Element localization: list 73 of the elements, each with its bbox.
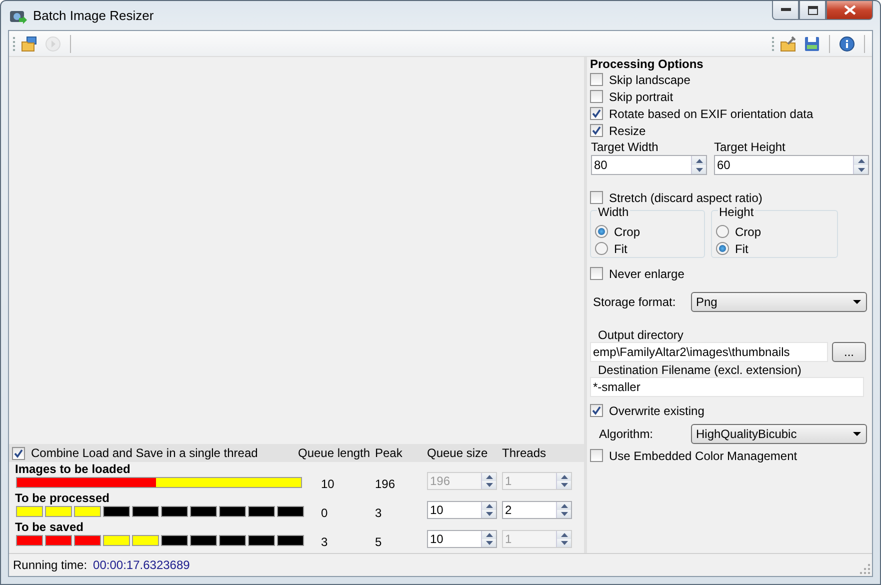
checkbox[interactable] [590, 73, 603, 86]
radio-label: Crop [735, 224, 762, 238]
column-header: Threads [502, 446, 546, 460]
checkbox-label: Skip portrait [609, 90, 674, 104]
radio-label: Fit [735, 242, 748, 256]
target-width-spinner[interactable]: 80 [591, 155, 707, 175]
peak-value: 5 [375, 535, 382, 549]
caret-icon [853, 300, 861, 304]
group-title: Width [597, 205, 630, 219]
filename-field[interactable]: *-smaller [590, 377, 864, 397]
browse-button[interactable]: ... [832, 342, 866, 362]
group-title: Height [718, 205, 755, 219]
directory-field[interactable]: emp\FamilyAltar2\images\thumbnails [590, 342, 828, 362]
checkbox-label: Rotate based on EXIF orientation data [609, 106, 814, 120]
peak-value: 3 [375, 506, 382, 520]
radio-button[interactable] [595, 225, 608, 238]
open-folder-button[interactable] [19, 34, 39, 54]
threads-spinner[interactable]: 2 [502, 501, 572, 519]
minimize-icon [780, 8, 790, 12]
queue-name: To be processed [15, 492, 110, 505]
minimize-button[interactable] [772, 1, 799, 20]
status-label: Running time: [13, 558, 88, 572]
maximize-icon [808, 6, 818, 14]
checkbox-label: Resize [609, 124, 646, 138]
radio-button[interactable] [716, 242, 729, 255]
field-label: Target Height [714, 140, 786, 154]
radio-button[interactable] [595, 242, 608, 255]
checkbox-label: Skip landscape [609, 72, 690, 86]
checkbox[interactable] [590, 124, 603, 137]
radio-label: Fit [614, 242, 628, 256]
field-label: Algorithm: [598, 427, 654, 441]
close-icon [844, 5, 856, 15]
field-label: Output directory [598, 328, 684, 342]
checkbox[interactable] [12, 446, 25, 460]
close-button[interactable] [826, 1, 873, 20]
checkbox[interactable] [590, 191, 603, 204]
checkbox[interactable] [590, 404, 603, 417]
checkbox[interactable] [590, 449, 603, 462]
checkbox-label: Overwrite existing [609, 404, 704, 418]
column-header: Peak [375, 446, 402, 460]
running-time: 00:00:17.6323689 [93, 558, 190, 572]
queue-name: To be saved [15, 521, 84, 534]
column-header: Queue length [298, 446, 370, 460]
checkbox-label: Never enlarge [609, 266, 684, 280]
maximize-button[interactable] [799, 1, 826, 20]
checkbox[interactable] [590, 90, 603, 103]
queue-length: 3 [321, 535, 328, 549]
checkbox-label: Combine Load and Save in a single thread [31, 446, 258, 460]
section-title: Processing Options [590, 58, 704, 71]
field-label: Target Width [591, 140, 660, 154]
checkbox-label: Stretch (discard aspect ratio) [609, 190, 762, 204]
radio-label: Crop [614, 224, 640, 238]
format-dropdown[interactable]: Png [691, 292, 867, 312]
target-height-spinner[interactable]: 60 [714, 155, 869, 175]
queue-size-spinner[interactable]: 10 [427, 530, 497, 548]
info-button[interactable] [837, 34, 857, 54]
checkbox[interactable] [590, 267, 603, 280]
folder-wrench-button[interactable] [778, 34, 798, 54]
window-title: Batch Image Resizer [33, 8, 154, 23]
checkbox[interactable] [590, 107, 603, 120]
queue-length: 10 [321, 477, 334, 491]
queue-size-spinner[interactable]: 10 [427, 501, 497, 519]
checkbox-label: Use Embedded Color Management [609, 448, 798, 462]
caret-icon [853, 432, 861, 436]
field-label: Destination Filename (excl. extension) [598, 363, 802, 377]
queue-length: 0 [321, 506, 328, 520]
queue-name: Images to be loaded [15, 463, 132, 476]
peak-value: 196 [375, 477, 396, 491]
resize-grip-icon [860, 564, 870, 574]
field-label: Storage format: [592, 295, 677, 309]
column-header: Queue size [427, 446, 488, 460]
radio-button[interactable] [716, 225, 729, 238]
algorithm-dropdown[interactable]: HighQualityBicubic [691, 424, 867, 444]
